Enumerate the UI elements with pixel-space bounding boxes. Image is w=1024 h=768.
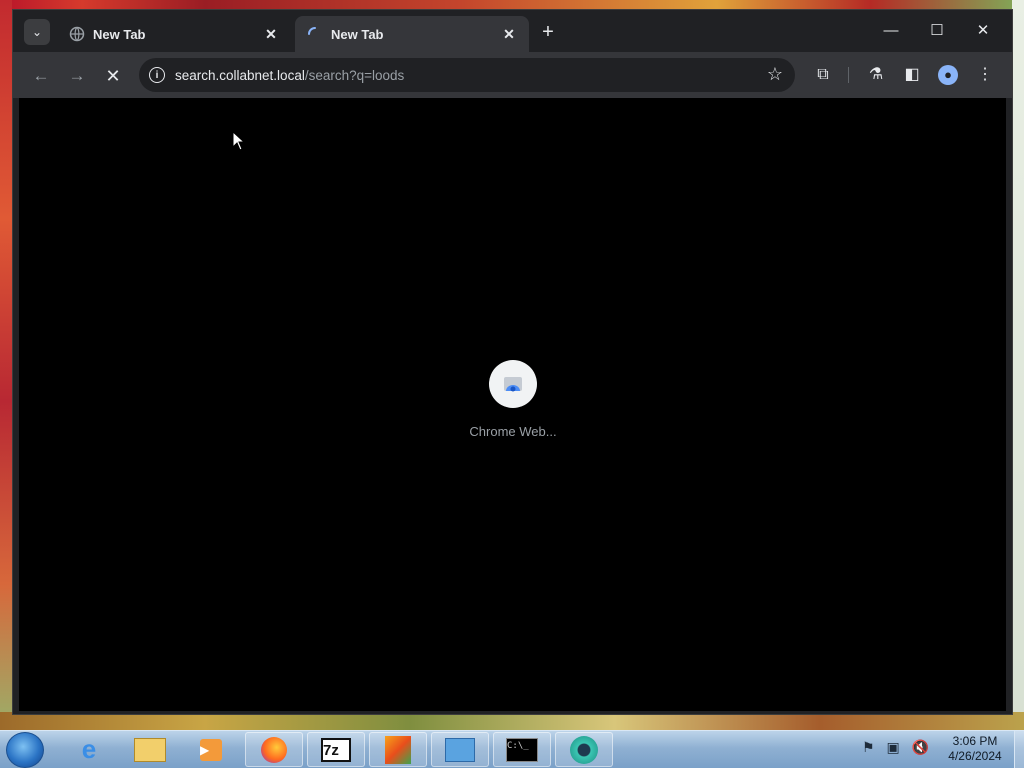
firefox-icon[interactable] (245, 732, 303, 767)
internet-explorer-icon[interactable]: e (60, 732, 118, 767)
tab-new-tab-2[interactable]: New Tab ✕ (295, 16, 529, 52)
taskbar-clock[interactable]: 3:06 PM 4/26/2024 (940, 734, 1010, 764)
address-bar[interactable]: i search.collabnet.local/search?q=loods … (139, 58, 795, 92)
file-explorer-icon[interactable] (121, 732, 179, 767)
page-content: Chrome Web... (19, 98, 1006, 711)
desktop-wallpaper-right (1012, 0, 1024, 730)
forward-button[interactable]: → (63, 62, 91, 90)
chrome-menu-icon[interactable]: ⋮ (973, 63, 997, 87)
command-prompt-icon[interactable]: C:\_ (493, 732, 551, 767)
volume-muted-icon[interactable]: 🔇 (912, 739, 929, 755)
tab-search-button[interactable]: ⌄ (24, 19, 50, 45)
stop-loading-button[interactable]: ✕ (99, 62, 127, 90)
toolbar-divider (848, 67, 849, 83)
taskbar: e ▶ 7z C:\_ ⚑ ▣ 🔇 3:06 PM 4/26/2024 (0, 730, 1024, 768)
side-panel-icon[interactable]: ◧ (900, 63, 924, 87)
show-desktop-button[interactable] (1014, 731, 1024, 768)
paint-icon[interactable] (369, 732, 427, 767)
url-host: search.collabnet.local (175, 67, 305, 83)
loading-label: Chrome Web... (469, 424, 557, 439)
chrome-web-app-icon[interactable] (555, 732, 613, 767)
new-tab-button[interactable]: + (537, 22, 559, 44)
tab-close-icon[interactable]: ✕ (263, 26, 279, 43)
7zip-icon[interactable]: 7z (307, 732, 365, 767)
system-tray: ⚑ ▣ 🔇 (862, 739, 929, 756)
web-app-loading-icon (489, 360, 537, 408)
network-icon[interactable]: ▣ (886, 739, 899, 755)
tab-title: New Tab (331, 26, 384, 42)
control-panel-icon[interactable] (431, 732, 489, 767)
globe-icon (69, 26, 85, 42)
site-info-icon[interactable]: i (149, 67, 165, 83)
close-window-button[interactable]: ✕ (960, 20, 1006, 42)
tab-new-tab-1[interactable]: New Tab ✕ (57, 16, 291, 52)
tab-strip: ⌄ New Tab ✕ New Tab ✕ + — ☐ ✕ (13, 10, 1012, 52)
url-path: /search?q=loods (304, 67, 405, 83)
action-center-flag-icon[interactable]: ⚑ (862, 739, 875, 755)
tab-title: New Tab (93, 26, 146, 42)
maximize-button[interactable]: ☐ (914, 20, 960, 42)
clock-time: 3:06 PM (952, 734, 998, 748)
media-player-icon[interactable]: ▶ (182, 732, 240, 767)
bookmark-star-icon[interactable]: ☆ (767, 64, 783, 85)
labs-flask-icon[interactable]: ⚗ (864, 63, 888, 87)
desktop-wallpaper-left (0, 0, 12, 730)
mouse-cursor-icon (233, 132, 245, 151)
clock-date: 4/26/2024 (948, 749, 1002, 763)
profile-avatar-icon[interactable]: ● (936, 63, 960, 87)
minimize-button[interactable]: — (868, 20, 914, 42)
extensions-icon[interactable]: ⧉ (811, 63, 835, 87)
spinner-icon (308, 27, 316, 35)
browser-toolbar: ← → ✕ i search.collabnet.local/search?q=… (13, 52, 1012, 98)
back-button[interactable]: ← (27, 62, 55, 90)
tab-close-icon[interactable]: ✕ (501, 26, 517, 43)
start-button[interactable] (6, 732, 44, 768)
browser-window: ⌄ New Tab ✕ New Tab ✕ + — ☐ ✕ ← → ✕ i se… (12, 9, 1013, 715)
